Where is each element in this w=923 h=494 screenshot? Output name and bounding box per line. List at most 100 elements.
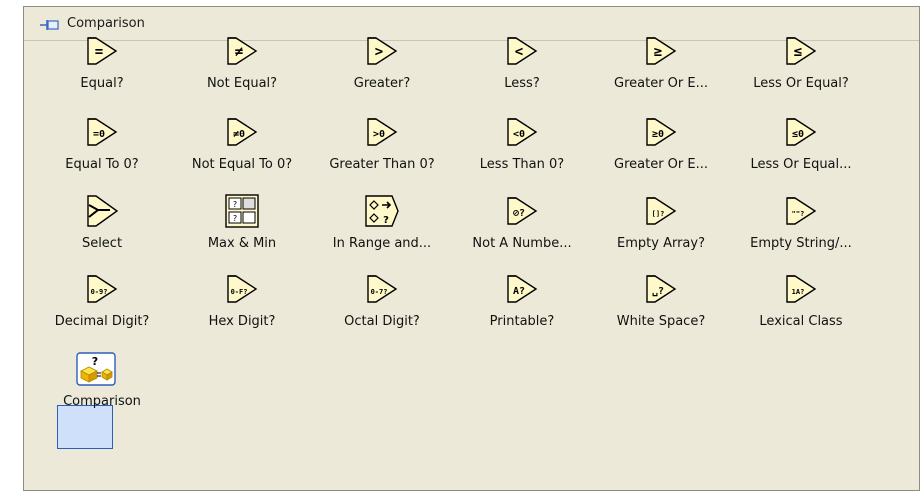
greater-icon: > (367, 37, 398, 65)
svg-text:⊘?: ⊘? (513, 208, 525, 219)
svg-text:<0: <0 (513, 129, 525, 140)
svg-text:≥0: ≥0 (652, 129, 664, 140)
svg-text:""?: ""? (792, 210, 805, 218)
palette-item-not-a-number[interactable]: ⊘? Not A Numbe... (452, 185, 592, 259)
select-icon (87, 195, 119, 227)
palette-item-label: Not Equal? (206, 76, 278, 91)
palette-item-label: Greater? (353, 76, 411, 91)
comparison-subpalette-icon: ? (76, 352, 116, 386)
palette-item-label: Printable? (489, 314, 555, 329)
greater-than-zero-icon: >0 (367, 118, 398, 146)
palette-item-label: Less Than 0? (479, 157, 565, 172)
less-icon: < (507, 37, 538, 65)
palette-item-decimal-digit[interactable]: 0-9? Decimal Digit? (32, 263, 172, 337)
palette-item-label: Max & Min (207, 236, 277, 251)
palette-item-less-than-0[interactable]: <0 Less Than 0? (452, 106, 592, 180)
svg-text:≥: ≥ (654, 44, 662, 60)
palette-item-hex-digit[interactable]: 0-F? Hex Digit? (172, 263, 312, 337)
palette-item-label: White Space? (616, 314, 706, 329)
palette-item-lexical-class[interactable]: 1A? Lexical Class (731, 263, 871, 337)
palette-item-empty-array[interactable]: []? Empty Array? (591, 185, 731, 259)
octal-digit-icon: 0-7? (367, 275, 398, 303)
palette-item-greater-or-equal-to-0[interactable]: ≥0 Greater Or E... (591, 106, 731, 180)
palette-item-label: Select (81, 236, 123, 251)
palette-item-label: Hex Digit? (208, 314, 276, 329)
max-min-icon: ?? (225, 194, 259, 228)
svg-text:>0: >0 (373, 129, 385, 140)
less-than-zero-icon: <0 (507, 118, 538, 146)
comparison-palette: Comparison = Equal? ≠ Not Equal? > Greater? < L… (23, 6, 920, 491)
empty-array-icon: []? (646, 197, 677, 225)
palette-item-label: Octal Digit? (344, 314, 420, 329)
svg-text:≠0: ≠0 (233, 129, 245, 140)
svg-text:?: ? (92, 355, 98, 368)
palette-item-less[interactable]: < Less? (452, 25, 592, 99)
equal-to-zero-icon: =0 (87, 118, 118, 146)
palette-item-label: Empty Array? (617, 236, 705, 251)
palette-item-greater-than-0[interactable]: >0 Greater Than 0? (312, 106, 452, 180)
palette-item-max-min[interactable]: ?? Max & Min (172, 185, 312, 259)
svg-text:A?: A? (513, 286, 525, 297)
svg-text:≠: ≠ (235, 44, 243, 60)
palette-item-printable[interactable]: A? Printable? (452, 263, 592, 337)
palette-item-comparison[interactable]: ? Comparison (32, 343, 172, 417)
empty-string-icon: ""? (786, 197, 817, 225)
palette-item-octal-digit[interactable]: 0-7? Octal Digit? (312, 263, 452, 337)
palette-item-label: In Range and... (332, 236, 432, 251)
hex-digit-icon: 0-F? (227, 275, 258, 303)
svg-text:?: ? (233, 214, 237, 223)
palette-item-less-or-equal-to-0[interactable]: ≤0 Less Or Equal... (731, 106, 871, 180)
palette-item-equal-to-0[interactable]: =0 Equal To 0? (32, 106, 172, 180)
palette-item-less-or-equal[interactable]: ≤ Less Or Equal? (731, 25, 871, 99)
palette-item-label: Less? (504, 76, 540, 91)
svg-text:>: > (375, 44, 383, 60)
palette-item-label: Decimal Digit? (54, 314, 150, 329)
svg-text:?: ? (233, 200, 237, 209)
greater-or-equal-icon: ≥ (646, 37, 677, 65)
palette-item-label: Not A Numbe... (472, 236, 572, 251)
palette-item-not-equal[interactable]: ≠ Not Equal? (172, 25, 312, 99)
svg-text:1A?: 1A? (792, 288, 805, 296)
palette-item-label: Comparison (63, 394, 141, 409)
palette-item-label: Less Or Equal? (753, 76, 849, 91)
svg-text:≤0: ≤0 (792, 129, 804, 140)
palette-item-label: Less Or Equal... (750, 157, 852, 172)
palette-item-in-range[interactable]: ? In Range and... (312, 185, 452, 259)
not-equal-to-zero-icon: ≠0 (227, 118, 258, 146)
not-equal-icon: ≠ (227, 37, 258, 65)
equal-icon: = (87, 37, 118, 65)
svg-text:=: = (95, 44, 103, 60)
svg-text:0-7?: 0-7? (371, 288, 388, 296)
svg-text:?: ? (383, 215, 389, 226)
printable-icon: A? (507, 275, 538, 303)
palette-item-label: Equal To 0? (65, 157, 139, 172)
palette-item-greater-or-equal[interactable]: ≥ Greater Or E... (591, 25, 731, 99)
palette-item-empty-string[interactable]: ""? Empty String/... (731, 185, 871, 259)
svg-text:0-9?: 0-9? (91, 288, 108, 296)
svg-text:0-F?: 0-F? (231, 288, 248, 296)
white-space-icon: ␣? (646, 275, 677, 303)
svg-text:␣?: ␣? (652, 286, 664, 297)
svg-text:<: < (515, 44, 523, 60)
palette-item-greater[interactable]: > Greater? (312, 25, 452, 99)
in-range-and-coerce-icon: ? (365, 195, 399, 227)
palette-item-select[interactable]: Select (32, 185, 172, 259)
palette-item-not-equal-to-0[interactable]: ≠0 Not Equal To 0? (172, 106, 312, 180)
palette-item-white-space[interactable]: ␣? White Space? (591, 263, 731, 337)
less-or-equal-to-zero-icon: ≤0 (786, 118, 817, 146)
not-a-number-icon: ⊘? (507, 197, 538, 225)
palette-item-label: Greater Or E... (614, 76, 708, 91)
palette-item-label: Not Equal To 0? (191, 157, 293, 172)
greater-or-equal-to-zero-icon: ≥0 (646, 118, 677, 146)
palette-item-label: Lexical Class (759, 314, 843, 329)
svg-text:[]?: []? (652, 210, 665, 218)
svg-text:=0: =0 (93, 129, 105, 140)
palette-item-label: Greater Or E... (614, 157, 708, 172)
palette-item-equal[interactable]: = Equal? (32, 25, 172, 99)
less-or-equal-icon: ≤ (786, 37, 817, 65)
palette-item-label: Empty String/... (750, 236, 852, 251)
palette-item-label: Greater Than 0? (329, 157, 435, 172)
svg-text:≤: ≤ (794, 44, 802, 60)
palette-item-label: Equal? (80, 76, 124, 91)
lexical-class-icon: 1A? (786, 275, 817, 303)
